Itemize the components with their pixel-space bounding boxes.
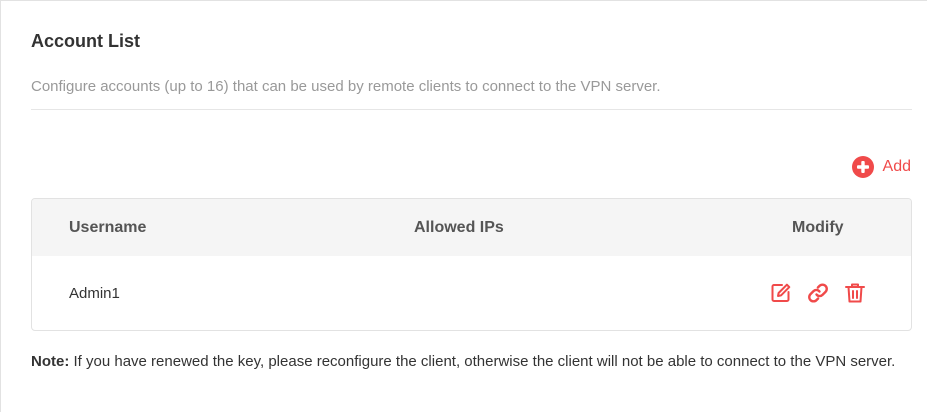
link-icon[interactable] — [806, 281, 830, 305]
column-header-modify: Modify — [792, 219, 844, 236]
modify-actions — [769, 281, 867, 305]
edit-icon[interactable] — [769, 281, 793, 305]
column-header-username: Username — [69, 219, 147, 236]
plus-circle-icon — [851, 156, 874, 178]
add-account-button[interactable]: Add — [851, 156, 911, 178]
note-text: Note: If you have renewed the key, pleas… — [31, 353, 901, 371]
table-header: Username Allowed IPs Modify — [32, 199, 911, 256]
note-label: Note: — [31, 353, 70, 370]
account-table: Username Allowed IPs Modify Admin1 — [31, 198, 912, 331]
section-description: Configure accounts (up to 16) that can b… — [31, 78, 661, 95]
add-label: Add — [882, 158, 911, 175]
table-row: Admin1 — [32, 256, 911, 330]
account-list-panel: Account List Configure accounts (up to 1… — [0, 0, 927, 412]
divider — [31, 109, 912, 110]
cell-username: Admin1 — [69, 285, 120, 302]
note-body: If you have renewed the key, please reco… — [69, 353, 896, 370]
trash-icon[interactable] — [843, 281, 867, 305]
column-header-allowed-ips: Allowed IPs — [414, 219, 504, 236]
section-title: Account List — [31, 31, 141, 51]
